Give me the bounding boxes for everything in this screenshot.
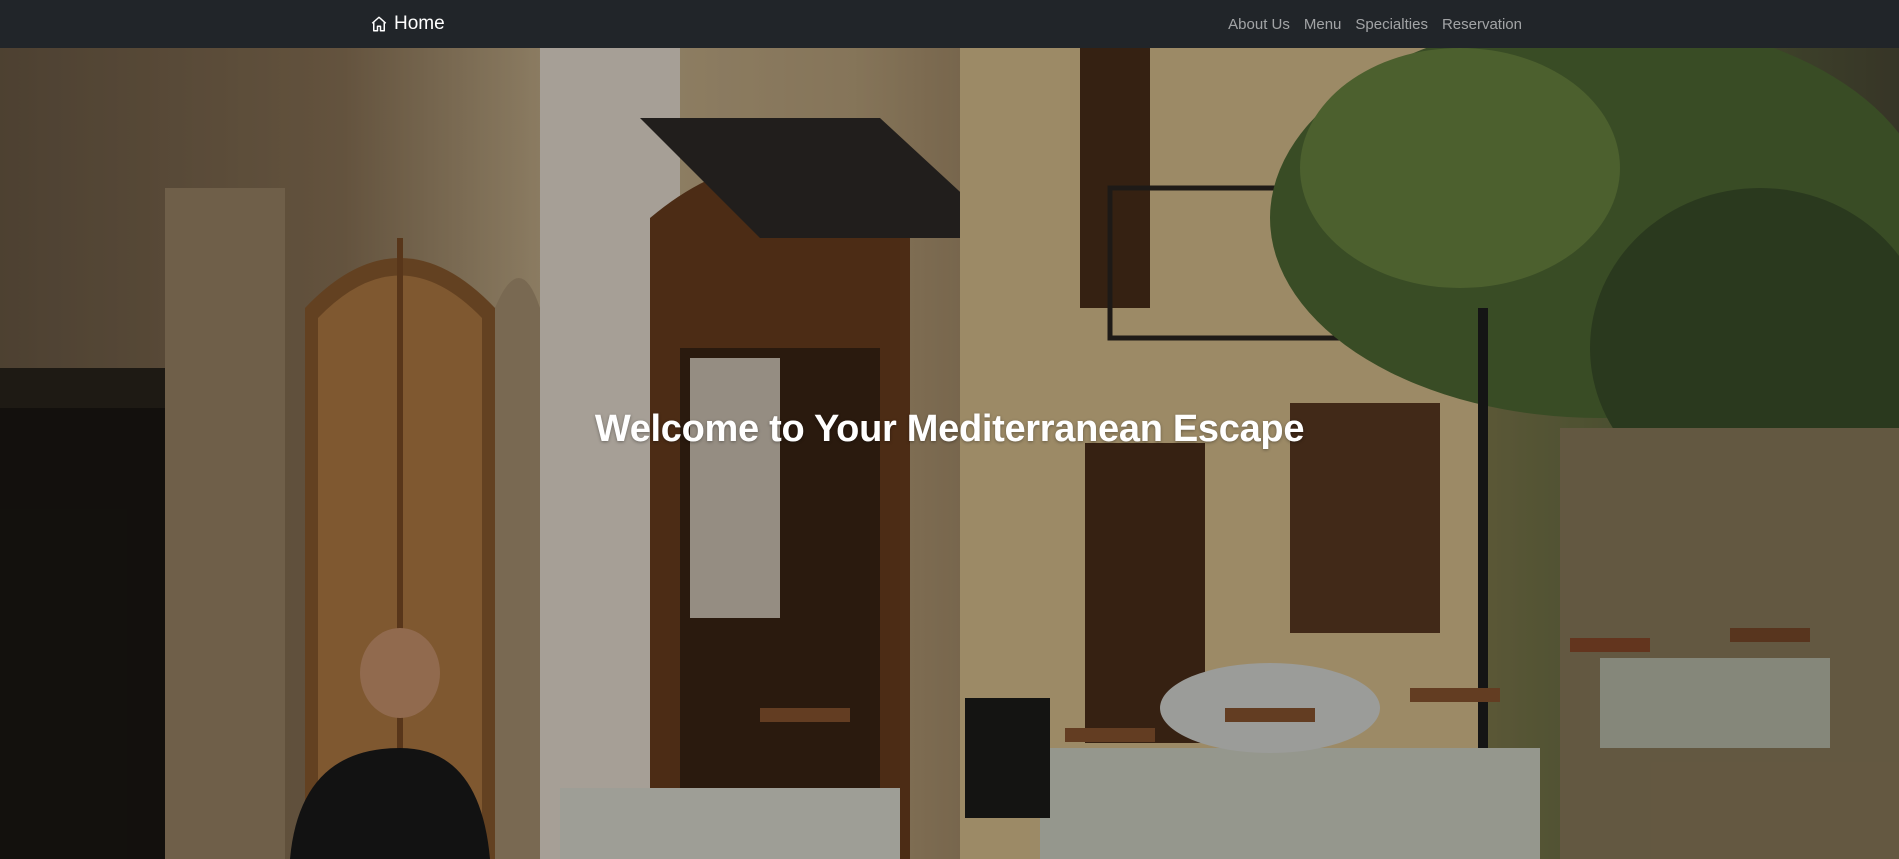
hero-dark-overlay xyxy=(0,48,1899,859)
hero-section: Welcome to Your Mediterranean Escape xyxy=(0,48,1899,859)
nav-link-reservation[interactable]: Reservation xyxy=(1435,16,1529,33)
nav-link-specialties[interactable]: Specialties xyxy=(1348,16,1435,33)
house-icon xyxy=(371,16,387,32)
nav-link-about-us[interactable]: About Us xyxy=(1221,16,1297,33)
nav-link-menu[interactable]: Menu xyxy=(1297,16,1349,33)
nav-links: About Us Menu Specialties Reservation xyxy=(1221,0,1529,48)
brand-label: Home xyxy=(394,13,445,34)
home-brand-link[interactable]: Home xyxy=(370,0,445,48)
top-navbar: Home About Us Menu Specialties Reservati… xyxy=(0,0,1899,48)
hero-title: Welcome to Your Mediterranean Escape xyxy=(594,408,1305,450)
